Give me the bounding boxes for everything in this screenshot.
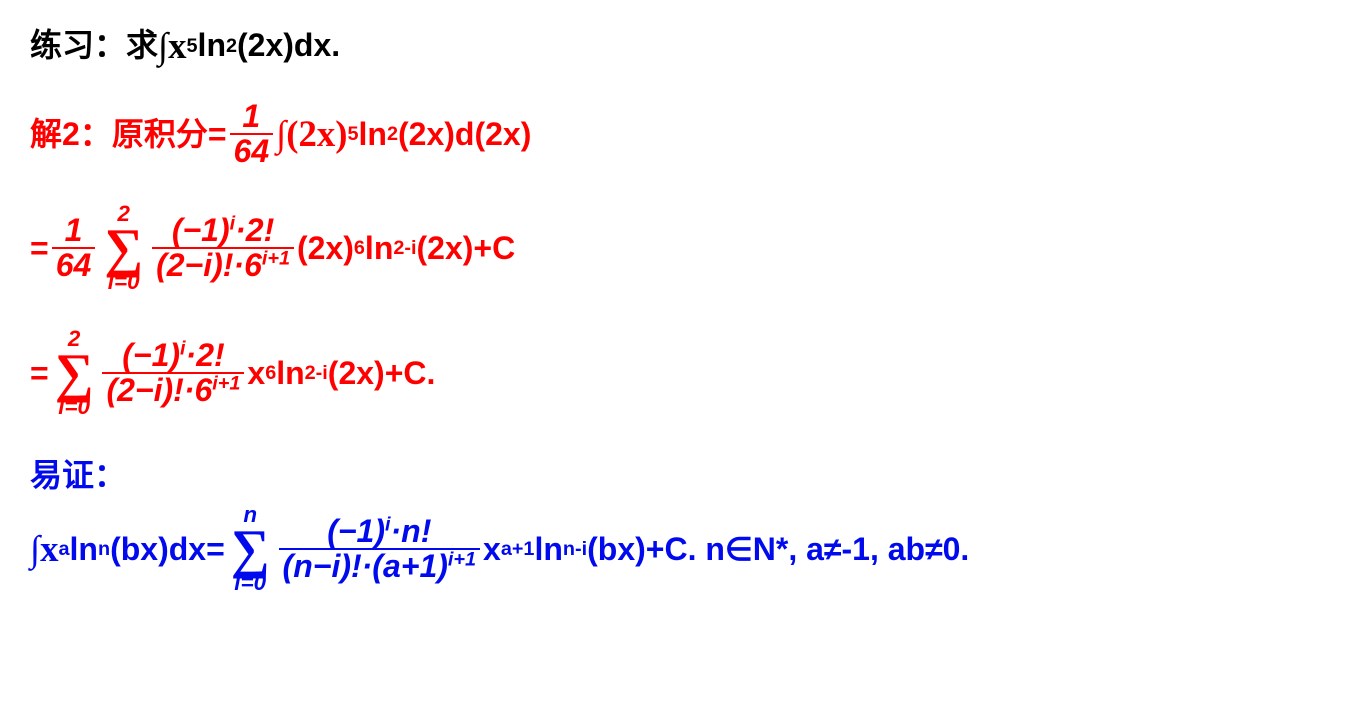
numerator: 1 [238, 100, 264, 134]
sigma: 2 ∑ i=0 [104, 203, 143, 294]
exp: i+1 [262, 248, 290, 270]
integral-symbol: ∫x [30, 523, 58, 575]
exp: i+1 [212, 373, 240, 395]
exercise-label: 练习： [30, 23, 126, 68]
fraction: (−1)i·2! (2−i)!·6i+1 [152, 214, 294, 283]
sigma: n ∑ i=0 [231, 504, 270, 595]
text: 原积分= [112, 112, 227, 157]
text: (2x)+C. [328, 351, 436, 396]
text: x [247, 351, 265, 396]
text: ln [198, 23, 226, 68]
text: (2x)+C [417, 226, 516, 271]
text: ln [359, 112, 387, 157]
sigma-bottom: i=0 [108, 271, 140, 293]
exercise-line: 练习： 求 ∫x5ln2(2x)dx. [30, 20, 1316, 72]
text: (2x)d(2x) [398, 112, 531, 157]
text: (bx)dx= [110, 527, 225, 572]
fraction: (−1)i·2! (2−i)!·6i+1 [102, 339, 244, 408]
solution-step-1: 解2： 原积分= 1 64 ∫(2x)5ln2(2x)d(2x) [30, 100, 1316, 169]
text: (2x) [297, 226, 354, 271]
numerator: 1 [61, 214, 87, 248]
proof-formula: ∫xalnn(bx)dx= n ∑ i=0 (−1)i·n! (n−i)!·(a… [30, 504, 1316, 595]
text: ln [276, 351, 304, 396]
proof-label: 易证： [30, 457, 126, 493]
fraction: 1 64 [52, 214, 96, 283]
text: ln [365, 226, 393, 271]
proof-label-line: 易证： [30, 453, 1316, 498]
integral-symbol: ∫(2x) [276, 108, 347, 160]
denominator: (n−i)!·(a+1)i+1 [279, 548, 480, 584]
fraction: (−1)i·n! (n−i)!·(a+1)i+1 [279, 515, 480, 584]
eq: = [30, 351, 49, 396]
exercise-prompt: 求 [126, 23, 158, 68]
text: (2x)dx. [237, 23, 340, 68]
sigma-symbol: ∑ [104, 225, 143, 271]
solution-step-2: = 1 64 2 ∑ i=0 (−1)i·2! (2−i)!·6i+1 (2x)… [30, 203, 1316, 294]
solution-label: 解2： [30, 112, 112, 157]
denominator: (2−i)!·6i+1 [152, 247, 294, 283]
sigma-bottom: i=0 [234, 572, 266, 594]
sigma-bottom: i=0 [58, 396, 90, 418]
sigma-symbol: ∑ [231, 526, 270, 572]
denominator: 64 [230, 133, 274, 169]
integral-symbol: ∫x [158, 20, 186, 72]
eq: = [30, 226, 49, 271]
solution-step-3: = 2 ∑ i=0 (−1)i·2! (2−i)!·6i+1 x6ln2-i(2… [30, 328, 1316, 419]
text: ln [534, 527, 562, 572]
sigma: 2 ∑ i=0 [55, 328, 94, 419]
text: (bx)+C. n∈N*, a≠-1, ab≠0. [587, 527, 969, 572]
numerator: (−1)i·2! [118, 339, 228, 373]
numerator: (−1)i·2! [168, 214, 278, 248]
denominator: (2−i)!·6i+1 [102, 372, 244, 408]
numerator: (−1)i·n! [323, 515, 435, 549]
text: x [483, 527, 501, 572]
fraction: 1 64 [230, 100, 274, 169]
sigma-symbol: ∑ [55, 350, 94, 396]
denominator: 64 [52, 247, 96, 283]
exp: i+1 [448, 548, 476, 570]
text: ln [70, 527, 98, 572]
